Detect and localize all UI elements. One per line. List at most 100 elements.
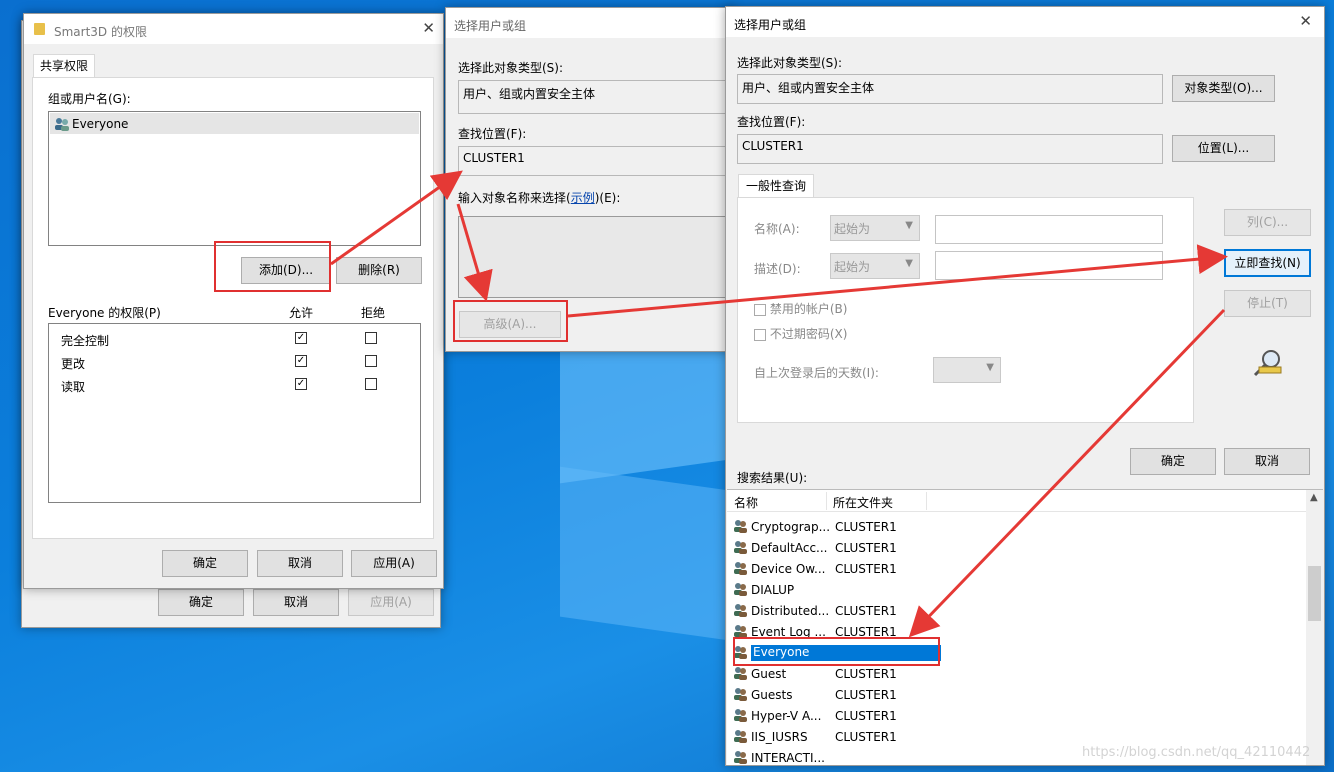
users-icon xyxy=(734,646,747,659)
result-folder: CLUSTER1 xyxy=(835,541,897,555)
deny-checkbox[interactable] xyxy=(365,332,377,344)
group-label: 组或用户名(G): xyxy=(48,92,131,106)
result-name: Cryptograp... xyxy=(751,520,829,534)
result-name: Everyone xyxy=(751,645,941,661)
close-icon[interactable]: ✕ xyxy=(1299,12,1312,30)
remove-button[interactable]: 删除(R) xyxy=(336,257,422,284)
scroll-up-icon[interactable]: ▲ xyxy=(1310,492,1318,503)
perm-row: 完全控制 ✓ xyxy=(49,329,419,349)
result-row[interactable]: Guests CLUSTER1 xyxy=(731,684,1306,705)
result-row[interactable]: Everyone xyxy=(731,642,1306,663)
tab-share-permissions[interactable]: 共享权限 xyxy=(33,54,95,78)
users-icon xyxy=(734,562,747,575)
result-name: Guests xyxy=(751,688,793,702)
examples-link[interactable]: 示例 xyxy=(571,191,595,205)
vertical-scrollbar[interactable]: ▲ xyxy=(1306,490,1323,765)
location-label: 查找位置(F): xyxy=(458,127,527,141)
deny-column-header: 拒绝 xyxy=(361,306,386,320)
column-divider xyxy=(826,492,827,510)
tab-common-queries[interactable]: 一般性查询 xyxy=(738,174,814,198)
permissions-dialog: Smart3D 的权限 ✕ 共享权限 组或用户名(G): Everyone 添加… xyxy=(23,13,444,589)
location-field: CLUSTER1 xyxy=(458,146,738,176)
cancel-button[interactable]: 取消 xyxy=(1224,448,1310,475)
search-people-icon xyxy=(1253,350,1282,377)
permissions-panel: 组或用户名(G): Everyone 添加(D)... 删除(R) Everyo… xyxy=(32,77,434,539)
locations-button[interactable]: 位置(L)... xyxy=(1172,135,1275,162)
result-row[interactable]: Distributed... CLUSTER1 xyxy=(731,600,1306,621)
result-row[interactable]: Device Ow... CLUSTER1 xyxy=(731,558,1306,579)
result-name: DIALUP xyxy=(751,583,795,597)
result-row[interactable]: DIALUP xyxy=(731,579,1306,600)
disabled-accounts-checkbox[interactable] xyxy=(754,303,766,316)
cancel-button[interactable]: 取消 xyxy=(257,550,343,577)
result-name: Event Log ... xyxy=(751,625,826,639)
back-apply-button[interactable]: 应用(A) xyxy=(348,589,434,616)
columns-button[interactable]: 列(C)... xyxy=(1224,209,1311,236)
add-button[interactable]: 添加(D)... xyxy=(241,257,331,284)
close-icon[interactable]: ✕ xyxy=(422,19,435,37)
select-title: 选择用户或组 xyxy=(454,19,527,33)
result-row[interactable]: Hyper-V A... CLUSTER1 xyxy=(731,705,1306,726)
name-input[interactable] xyxy=(935,215,1163,244)
result-folder: CLUSTER1 xyxy=(835,688,897,702)
find-now-button[interactable]: 立即查找(N) xyxy=(1224,249,1311,277)
users-icon xyxy=(734,667,747,680)
object-types-button[interactable]: 对象类型(O)... xyxy=(1172,75,1275,102)
users-icon xyxy=(55,118,69,131)
result-folder: CLUSTER1 xyxy=(835,562,897,576)
perm-row: 更改 ✓ xyxy=(49,352,419,372)
users-icon xyxy=(734,520,747,533)
results-rows: Cryptograp... CLUSTER1 DefaultAcc... CLUSTE… xyxy=(727,516,1307,765)
ok-button[interactable]: 确定 xyxy=(162,550,248,577)
deny-checkbox[interactable] xyxy=(365,355,377,367)
back-ok-button[interactable]: 确定 xyxy=(158,589,244,616)
result-row[interactable]: Cryptograp... CLUSTER1 xyxy=(731,516,1306,537)
column-header-name[interactable]: 名称 xyxy=(734,494,758,511)
users-icon xyxy=(734,583,747,596)
perm-name: 完全控制 xyxy=(61,334,110,348)
no-expire-checkbox[interactable] xyxy=(754,328,766,341)
allow-checkbox[interactable]: ✓ xyxy=(295,332,307,344)
stop-button[interactable]: 停止(T) xyxy=(1224,290,1311,317)
apply-button[interactable]: 应用(A) xyxy=(351,550,437,577)
result-row[interactable]: DefaultAcc... CLUSTER1 xyxy=(731,537,1306,558)
ok-button[interactable]: 确定 xyxy=(1130,448,1216,475)
group-listbox[interactable]: Everyone xyxy=(48,111,421,246)
name-match-select[interactable]: 起始为 ▼ xyxy=(830,215,920,241)
allow-checkbox[interactable]: ✓ xyxy=(295,378,307,390)
description-input[interactable] xyxy=(935,251,1163,280)
result-row[interactable]: IIS_IUSRS CLUSTER1 xyxy=(731,726,1306,747)
description-label: 描述(D): xyxy=(754,262,801,276)
result-name: Device Ow... xyxy=(751,562,826,576)
column-header-folder[interactable]: 所在文件夹 xyxy=(833,494,893,511)
location-field: CLUSTER1 xyxy=(737,134,1163,164)
allow-checkbox[interactable]: ✓ xyxy=(295,355,307,367)
user-row-everyone[interactable]: Everyone xyxy=(50,113,419,134)
advanced-button[interactable]: 高级(A)... xyxy=(459,311,561,338)
result-row[interactable]: Guest CLUSTER1 xyxy=(731,663,1306,684)
location-label: 查找位置(F): xyxy=(737,115,806,129)
users-icon xyxy=(734,625,747,638)
disabled-accounts-option[interactable]: 禁用的帐户(B) xyxy=(754,300,847,317)
names-input[interactable] xyxy=(458,216,738,298)
description-match-select[interactable]: 起始为 ▼ xyxy=(830,253,920,279)
object-type-label: 选择此对象类型(S): xyxy=(458,61,564,75)
permissions-label: Everyone 的权限(P) xyxy=(48,306,161,320)
days-select[interactable]: ▼ xyxy=(933,357,1001,383)
result-folder: CLUSTER1 xyxy=(835,730,897,744)
result-folder: CLUSTER1 xyxy=(835,625,897,639)
result-folder: CLUSTER1 xyxy=(835,604,897,618)
name-label: 名称(A): xyxy=(754,222,800,236)
search-results-list[interactable]: 名称 所在文件夹 Cryptograp... CLUSTER1 DefaultAcc… xyxy=(727,489,1323,765)
result-name: INTERACTI... xyxy=(751,751,825,765)
select-title-bar: 选择用户或组 xyxy=(446,8,734,38)
result-row[interactable]: Event Log ... CLUSTER1 xyxy=(731,621,1306,642)
scrollbar-thumb[interactable] xyxy=(1308,566,1321,621)
deny-checkbox[interactable] xyxy=(365,378,377,390)
back-cancel-button[interactable]: 取消 xyxy=(253,589,339,616)
adv-title: 选择用户或组 xyxy=(734,18,807,32)
select-users-dialog-basic: 选择用户或组 选择此对象类型(S): 用户、组或内置安全主体 查找位置(F): … xyxy=(445,7,738,352)
object-type-label: 选择此对象类型(S): xyxy=(737,56,843,70)
no-expire-option[interactable]: 不过期密码(X) xyxy=(754,325,847,342)
name-match-value: 起始为 xyxy=(834,222,871,236)
